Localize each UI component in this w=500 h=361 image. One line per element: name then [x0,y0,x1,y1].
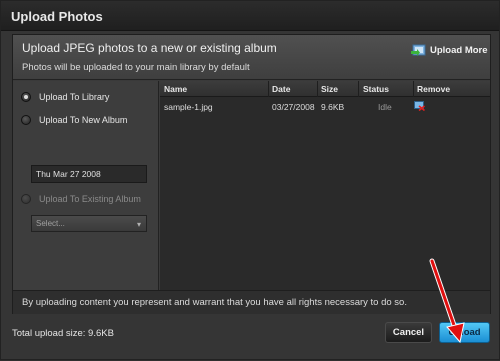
table-header: Name Date Size Status Remove [160,81,490,97]
terms-text: By uploading content you represent and w… [22,297,407,308]
file-date: 03/27/2008 [272,102,315,112]
radio-label: Upload To New Album [39,115,128,125]
window-title: Upload Photos [11,9,103,24]
header-title: Upload JPEG photos to a new or existing … [22,41,277,55]
file-name: sample-1.jpg [164,102,213,112]
upload-queue-table: Name Date Size Status Remove sample-1.jp… [160,81,490,290]
upload-photos-dialog: Upload Photos Upload JPEG photos to a ne… [0,0,500,360]
column-header-size[interactable]: Size [321,84,338,94]
select-value: Select... [36,219,65,228]
header-box: Upload JPEG photos to a new or existing … [13,35,490,80]
total-upload-size: Total upload size: 9.6KB [12,328,114,339]
header-subtitle: Photos will be uploaded to your main lib… [22,62,250,73]
column-header-status[interactable]: Status [363,84,389,94]
column-header-name[interactable]: Name [164,84,187,94]
title-bar: Upload Photos [1,1,499,31]
new-album-name-input[interactable]: Thu Mar 27 2008 [31,165,147,183]
radio-dot [21,92,31,102]
terms-notice: By uploading content you represent and w… [13,290,490,314]
radio-dot [21,115,31,125]
radio-upload-to-existing-album[interactable]: Upload To Existing Album [21,192,141,206]
radio-upload-to-new-album[interactable]: Upload To New Album [21,113,127,127]
radio-label: Upload To Existing Album [39,194,141,204]
upload-more-label: Upload More [430,44,488,56]
column-header-remove[interactable]: Remove [417,84,450,94]
radio-label: Upload To Library [39,92,110,102]
upload-more-icon [411,44,426,56]
chevron-down-icon: ▾ [136,220,141,229]
radio-upload-to-library[interactable]: Upload To Library [21,90,109,104]
column-header-date[interactable]: Date [272,84,290,94]
upload-button[interactable]: Upload [439,322,490,343]
file-status: Idle [378,102,392,112]
column-divider [317,81,318,97]
column-divider [358,81,359,97]
radio-dot [21,194,31,204]
column-divider [268,81,269,97]
main-panel: Upload JPEG photos to a new or existing … [12,34,491,314]
destination-options: Upload To Library Upload To New Album Th… [13,81,159,290]
column-divider [413,81,414,97]
table-row[interactable]: sample-1.jpg 03/27/2008 9.6KB Idle [160,98,490,115]
remove-icon[interactable] [414,101,425,111]
existing-album-select[interactable]: Select... ▾ [31,215,147,232]
upload-more-button[interactable]: Upload More [410,42,488,58]
cancel-button[interactable]: Cancel [385,322,432,343]
file-size: 9.6KB [321,102,345,112]
